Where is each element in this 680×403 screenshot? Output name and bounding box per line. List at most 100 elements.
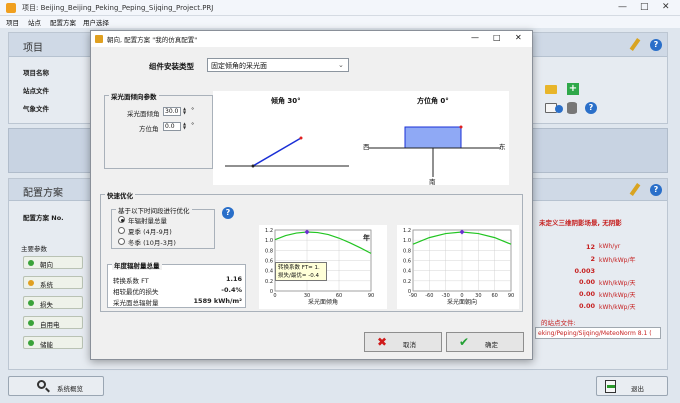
azimuth-degree: °: [191, 121, 195, 129]
result-unit: kWh/kWp/年: [599, 257, 636, 264]
maximize-icon[interactable]: □: [640, 2, 649, 12]
exit-arrow-icon: [607, 385, 615, 388]
cancel-icon: ✖: [377, 335, 388, 349]
sidebar-item-label: 朝向: [40, 261, 53, 269]
config-help-icon[interactable]: ?: [650, 184, 662, 196]
dialog-title: 朝向, 配置方案 "我的仿真配置": [107, 36, 198, 44]
database-icon[interactable]: [567, 102, 577, 114]
site-file-field[interactable]: eking/Peping/Sijqing/MeteoNorm 8.1 (: [535, 327, 661, 339]
x-tick-label: 60: [491, 293, 497, 299]
y-tick-label: 1.2: [265, 228, 273, 234]
system-overview-button[interactable]: 系统概览: [8, 376, 104, 396]
file-buttons-area: + ?: [541, 81, 667, 121]
optimize-period-title: 基于以下时间段进行优化: [116, 205, 192, 215]
menu-bar: 项目 站点 配置方案 用户选择: [0, 16, 680, 28]
cancel-label: 取消: [403, 341, 416, 349]
help-icon[interactable]: ?: [650, 39, 662, 51]
annual-irradiation-title: 年度辐射量总量: [112, 260, 162, 270]
south-label: 南: [429, 178, 436, 186]
panel-corner: [459, 125, 463, 129]
radio-winter[interactable]: [118, 238, 125, 245]
transposition-value: 1.16: [225, 275, 242, 283]
menu-project[interactable]: 项目: [6, 17, 19, 27]
optimization-help-icon[interactable]: ?: [222, 207, 234, 219]
exit-button[interactable]: 退出: [596, 376, 668, 396]
sidebar-item-storage[interactable]: 储能: [23, 336, 83, 349]
sidebar-item-system[interactable]: 系统: [23, 276, 83, 289]
ok-label: 确定: [485, 341, 498, 349]
dialog-titlebar: 朝向, 配置方案 "我的仿真配置" — □ ✕: [91, 31, 532, 47]
config-section-title: 配置方案: [23, 188, 63, 199]
y-tick-label: 0.8: [265, 248, 273, 254]
tilt-degree: °: [191, 106, 195, 114]
sidebar-item-orientation[interactable]: 朝向: [23, 256, 83, 269]
mount-type-select[interactable]: 固定倾角的采光面 ⌄: [207, 58, 349, 72]
tilt-params-group: 采光面倾向参数 采光面倾角 30.0 ▲ ▼ ° 方位角 0.0 ▲ ▼ °: [104, 91, 213, 169]
y-tick-label: 0.6: [265, 259, 273, 265]
tilt-label: 采光面倾角: [127, 110, 160, 118]
dialog-maximize-icon[interactable]: □: [493, 33, 501, 42]
app-icon: [6, 3, 16, 13]
add-icon[interactable]: +: [567, 83, 579, 95]
sidebar-item-label: 储能: [40, 341, 53, 349]
menu-user[interactable]: 用户选择: [83, 17, 109, 27]
status-dot-icon: [28, 300, 34, 306]
menu-site[interactable]: 站点: [28, 17, 41, 27]
dialog-close-icon[interactable]: ✕: [515, 33, 522, 42]
folder-icon[interactable]: [545, 85, 557, 94]
orientation-diagram: [225, 125, 501, 177]
tooltip-line: 转换系数 FT= 1.: [278, 265, 320, 271]
tilt-spinner-icon[interactable]: ▲ ▼: [183, 107, 186, 115]
result-value: 0.00: [578, 302, 595, 310]
azimuth-chart-panel: 0 0.2 0.4 0.6 0.8 1.0 1.2 -90 -60 -30 0 30 60 90 采光面朝向: [397, 225, 519, 309]
window-titlebar: 项目: Beijing_Beijing_Peking_Peping_Sijqin…: [0, 0, 680, 16]
meteo-help-icon[interactable]: ?: [585, 102, 597, 114]
y-tick-label: 0.4: [265, 269, 273, 275]
sidebar-item-self-consumption[interactable]: 自用电: [23, 316, 83, 329]
azimuth-label: 方位角: [139, 125, 159, 133]
sidebar-item-label: 损失: [40, 301, 53, 309]
dialog-minimize-icon[interactable]: —: [471, 33, 479, 42]
site-file-caption: 的站点文件:: [541, 319, 576, 327]
config-pencil-icon[interactable]: [629, 183, 641, 196]
x-tick-label: 0: [273, 293, 276, 299]
west-label: 西: [363, 143, 370, 151]
tilt-input[interactable]: 30.0: [163, 107, 181, 116]
x-axis-label: 采光面朝向: [447, 298, 477, 306]
loss-value: -0.4%: [221, 286, 242, 294]
radio-summer[interactable]: [118, 227, 125, 234]
panel-tilt-line: [252, 137, 302, 167]
result-unit: kWh/yr: [599, 243, 621, 250]
menu-config[interactable]: 配置方案: [50, 17, 76, 27]
y-tick-label: 0.4: [403, 269, 411, 275]
result-value: 0.00: [578, 290, 595, 298]
mount-type-value: 固定倾角的采光面: [211, 62, 267, 70]
radio-annual[interactable]: [118, 216, 125, 223]
ok-button[interactable]: ✔ 确定: [446, 332, 524, 352]
irradiation-value: 1589 kWh/m²: [193, 297, 242, 305]
tilt-params-title: 采光面倾向参数: [109, 91, 159, 101]
orientation-dialog: 朝向, 配置方案 "我的仿真配置" — □ ✕ 组件安装类型 固定倾角的采光面 …: [90, 30, 533, 360]
minimize-icon[interactable]: —: [618, 2, 627, 12]
status-dot-icon: [28, 280, 34, 286]
globe-icon[interactable]: [555, 105, 563, 113]
close-icon[interactable]: ✕: [662, 2, 670, 12]
annual-irradiation-group: 年度辐射量总量 转换系数 FT 1.16 相较最优的损失 -0.4% 采光面总辐…: [107, 260, 246, 308]
x-tick-label: -90: [409, 293, 417, 299]
panel-plan-rect: [404, 126, 462, 149]
y-tick-label: 0.6: [403, 259, 411, 265]
tooltip-line: 损失/最优= -0.4: [278, 273, 319, 279]
x-axis-label: 采光面倾角: [308, 298, 338, 306]
tilt-chart-panel: 0 0.2 0.4 0.6 0.8 1.0 1.2 0 30 60 90 采光面倾角年 转换系数 FT…: [259, 225, 387, 309]
result-value: 0.00: [578, 278, 595, 286]
y-tick-label: 0.2: [265, 279, 273, 285]
cancel-button[interactable]: ✖ 取消: [364, 332, 442, 352]
quick-optimization-title: 快速优化: [105, 190, 135, 200]
azimuth-spinner-icon[interactable]: ▲ ▼: [183, 122, 186, 130]
radio-annual-label: 年辐射量总量: [128, 217, 167, 225]
sidebar-item-losses[interactable]: 损失: [23, 296, 83, 309]
result-value: 2: [590, 255, 595, 263]
pencil-icon[interactable]: [629, 38, 641, 51]
azimuth-input[interactable]: 0.0: [163, 122, 181, 131]
ok-icon: ✔: [459, 335, 470, 349]
